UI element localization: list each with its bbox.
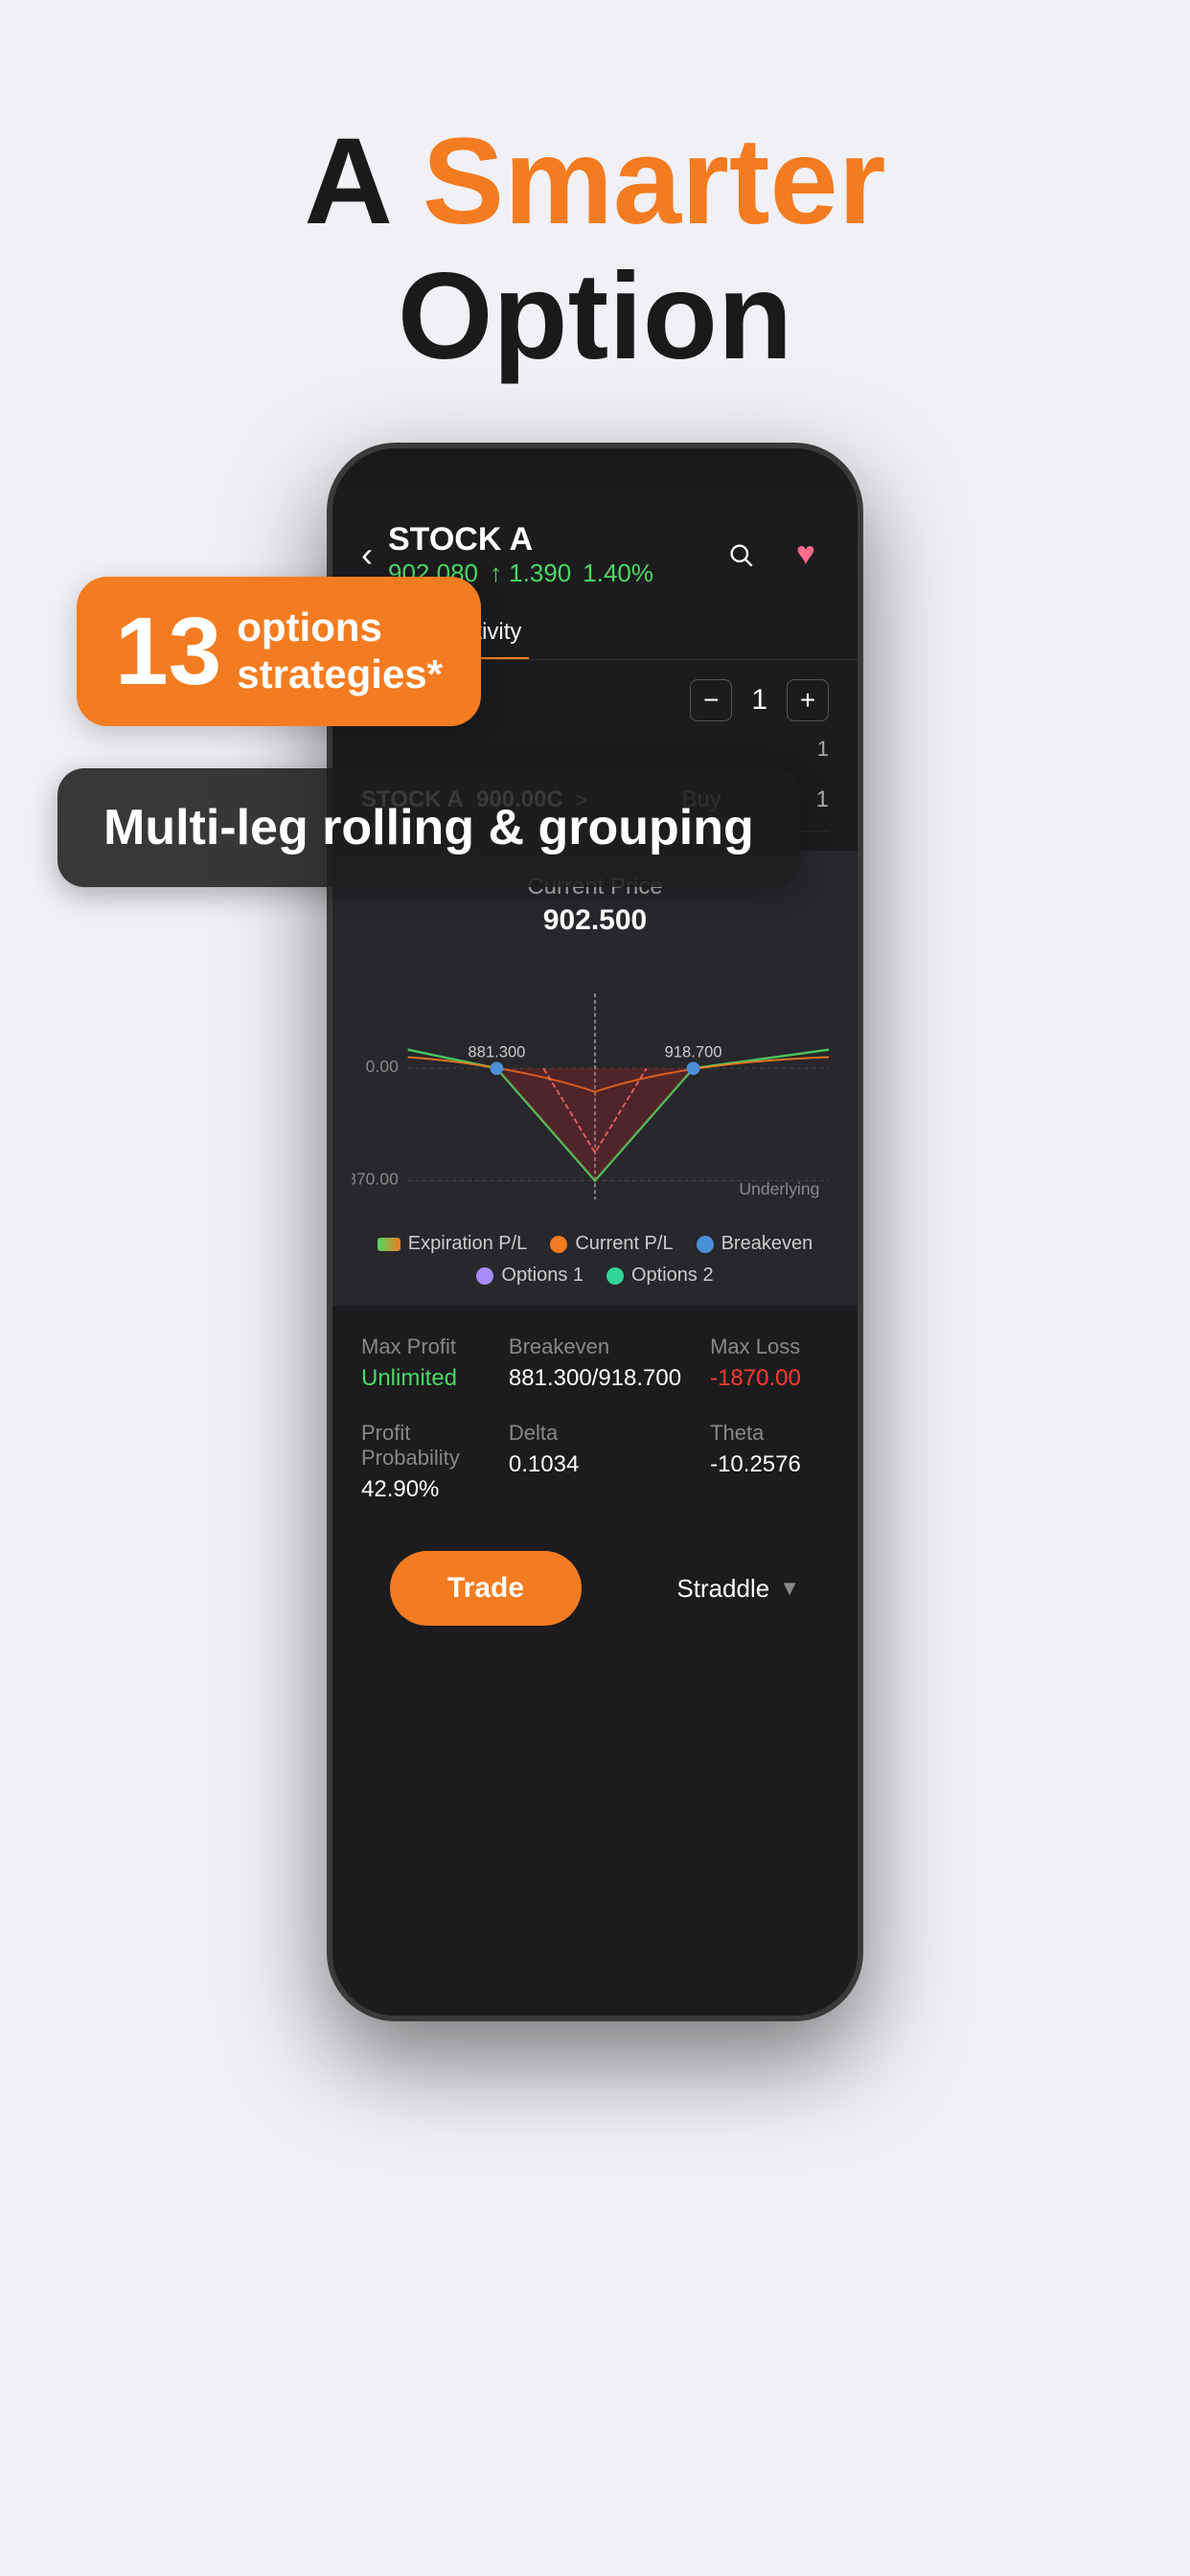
- stat-profit-prob: Profit Probability 42.90%: [361, 1421, 480, 1503]
- stock-pct: 1.40%: [583, 559, 653, 588]
- max-loss-label: Max Loss: [710, 1334, 829, 1359]
- current-pl-dot: [550, 1236, 567, 1253]
- chart-current-price: 902.500: [352, 904, 838, 937]
- stock-change: ↑ 1.390: [490, 559, 571, 588]
- stat-delta: Delta 0.1034: [509, 1421, 681, 1503]
- payoff-chart: 0.00 -1870.00 Underlying: [352, 956, 838, 1219]
- legend-expiration-pl: Expiration P/L: [378, 1233, 528, 1255]
- strategies-number: 13: [115, 604, 221, 699]
- theta-value: -10.2576: [710, 1451, 829, 1478]
- chart-svg-container: 0.00 -1870.00 Underlying: [352, 956, 838, 1219]
- multileg-text: Multi-leg rolling & grouping: [103, 800, 754, 855]
- svg-text:-1870.00: -1870.00: [352, 1169, 399, 1188]
- qty-decrease-button[interactable]: −: [690, 679, 732, 721]
- bottom-action: Trade Straddle ▼: [361, 1532, 829, 1664]
- breakeven-dot: [697, 1236, 714, 1253]
- chart-legend: Expiration P/L Current P/L Breakeven: [352, 1233, 838, 1255]
- strategies-badge: 13 optionsstrategies*: [77, 577, 481, 726]
- search-icon[interactable]: [718, 532, 764, 578]
- strategy-dropdown-icon: ▼: [779, 1576, 800, 1601]
- multileg-badge: Multi-leg rolling & grouping: [57, 768, 800, 887]
- current-pl-label: Current P/L: [575, 1233, 673, 1255]
- options1-dot: [476, 1267, 493, 1285]
- svg-text:881.300: 881.300: [468, 1042, 525, 1060]
- max-loss-value: -1870.00: [710, 1365, 829, 1392]
- header-icons: ♥: [718, 532, 829, 578]
- max-profit-label: Max Profit: [361, 1334, 480, 1359]
- strategy-name: Straddle: [676, 1574, 769, 1604]
- stats-grid: Max Profit Unlimited Breakeven 881.300/9…: [361, 1334, 829, 1503]
- stat-breakeven: Breakeven 881.300/918.700: [509, 1334, 681, 1392]
- hero-highlight: Smarter: [423, 113, 886, 250]
- hero-prefix: A: [304, 113, 422, 250]
- qty-label: 1: [361, 737, 829, 762]
- legend-current-pl: Current P/L: [550, 1233, 673, 1255]
- breakeven-value: 881.300/918.700: [509, 1365, 681, 1392]
- hero-line2: Option: [398, 248, 792, 385]
- stat-max-profit: Max Profit Unlimited: [361, 1334, 480, 1392]
- back-button[interactable]: ‹: [361, 535, 373, 575]
- favorite-icon[interactable]: ♥: [783, 532, 829, 578]
- svg-text:0.00: 0.00: [366, 1057, 399, 1076]
- chart-legend-2: Options 1 Options 2: [352, 1265, 838, 1287]
- stats-section: Max Profit Unlimited Breakeven 881.300/9…: [332, 1306, 858, 1693]
- profit-prob-value: 42.90%: [361, 1476, 480, 1503]
- legend-breakeven: Breakeven: [697, 1233, 813, 1255]
- expiration-pl-label: Expiration P/L: [408, 1233, 528, 1255]
- hero-section: A Smarter Option: [0, 0, 1190, 443]
- legend-options2: Options 2: [606, 1265, 714, 1287]
- options2-label: Options 2: [631, 1265, 714, 1287]
- max-profit-value: Unlimited: [361, 1365, 480, 1392]
- stock-name: STOCK A: [388, 521, 653, 559]
- chart-section: Current Price 902.500 0.00 -1870.00 Unde…: [332, 851, 858, 1307]
- profit-prob-label: Profit Probability: [361, 1421, 480, 1470]
- options1-label: Options 1: [501, 1265, 584, 1287]
- hero-title: A Smarter Option: [57, 115, 1133, 385]
- delta-value: 0.1034: [509, 1451, 681, 1478]
- stat-max-loss: Max Loss -1870.00: [710, 1334, 829, 1392]
- breakeven-label-stat: Breakeven: [509, 1334, 681, 1359]
- svg-text:Underlying: Underlying: [739, 1179, 819, 1198]
- svg-text:918.700: 918.700: [665, 1042, 722, 1060]
- breakeven-label: Breakeven: [721, 1233, 813, 1255]
- strategy-selector[interactable]: Straddle ▼: [676, 1574, 800, 1604]
- strategies-text: optionsstrategies*: [237, 604, 443, 697]
- options2-dot: [606, 1267, 624, 1285]
- theta-label: Theta: [710, 1421, 829, 1446]
- trade-button[interactable]: Trade: [390, 1551, 582, 1626]
- phone-section: 13 optionsstrategies* Multi-leg rolling …: [0, 443, 1190, 2098]
- stat-theta: Theta -10.2576: [710, 1421, 829, 1503]
- delta-label: Delta: [509, 1421, 681, 1446]
- option-qty: 1: [816, 786, 829, 813]
- expiration-pl-dot: [378, 1238, 400, 1251]
- qty-increase-button[interactable]: +: [787, 679, 829, 721]
- legend-options1: Options 1: [476, 1265, 584, 1287]
- quantity-value: 1: [751, 684, 767, 717]
- phone-notch: [509, 448, 681, 483]
